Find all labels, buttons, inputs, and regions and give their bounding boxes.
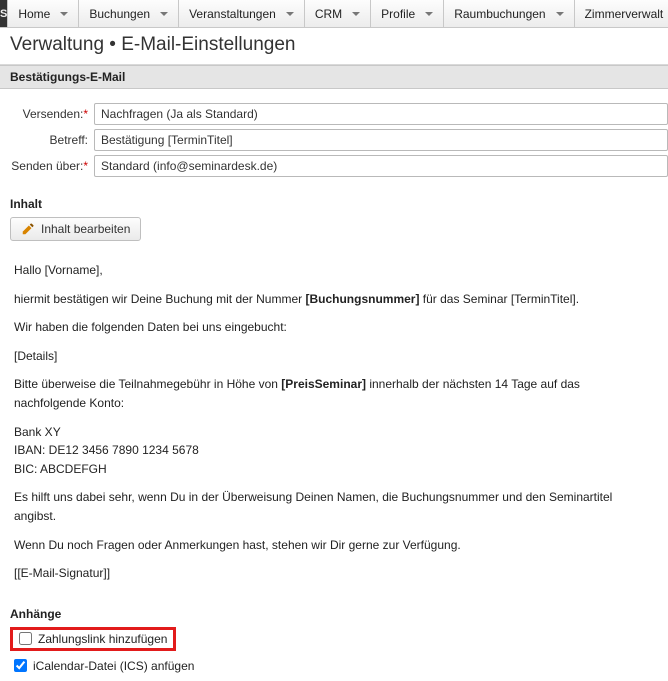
nav-home[interactable]: Home <box>8 0 79 27</box>
nav-zimmerverwaltung-label: Zimmerverwalt <box>585 7 664 21</box>
paymentlink-checkbox[interactable] <box>19 632 32 645</box>
nav-zimmerverwaltung[interactable]: Zimmerverwalt <box>575 0 668 27</box>
settings-form: Versenden:* Betreff: Senden über:* <box>0 89 668 191</box>
content-heading: Inhalt <box>0 191 668 215</box>
bank-name: Bank XY <box>14 423 654 442</box>
subject-input[interactable] <box>94 129 668 151</box>
send-select[interactable] <box>94 103 668 125</box>
body-questions: Wenn Du noch Fragen oder Anmerkungen has… <box>14 536 654 555</box>
paymentlink-highlight: Zahlungslink hinzufügen <box>10 627 176 651</box>
send-label: Versenden:* <box>0 107 94 121</box>
ics-label: iCalendar-Datei (ICS) anfügen <box>33 659 194 673</box>
email-body-preview: Hallo [Vorname], hiermit bestätigen wir … <box>0 247 668 607</box>
nav-crm-label: CRM <box>315 7 342 21</box>
nav-veranstaltungen-label: Veranstaltungen <box>189 7 276 21</box>
body-pay: Bitte überweise die Teilnahmegebühr in H… <box>14 375 654 412</box>
nav-profile[interactable]: Profile <box>371 0 444 27</box>
body-data-intro: Wir haben die folgenden Daten bei uns ei… <box>14 318 654 337</box>
app-logo[interactable]: S <box>0 0 8 27</box>
nav-raumbuchungen-label: Raumbuchungen <box>454 7 545 21</box>
body-details: [Details] <box>14 347 654 366</box>
via-select[interactable] <box>94 155 668 177</box>
bank-bic: BIC: ABCDEFGH <box>14 460 654 479</box>
body-greeting: Hallo [Vorname], <box>14 261 654 280</box>
ics-checkbox[interactable] <box>14 659 27 672</box>
section-header: Bestätigungs-E-Mail <box>0 65 668 89</box>
chevron-down-icon <box>60 12 68 16</box>
chevron-down-icon <box>556 12 564 16</box>
body-confirm: hiermit bestätigen wir Deine Buchung mit… <box>14 290 654 309</box>
page-title: Verwaltung • E-Mail-Einstellungen <box>0 28 668 65</box>
paymentlink-label: Zahlungslink hinzufügen <box>38 632 167 646</box>
chevron-down-icon <box>160 12 168 16</box>
chevron-down-icon <box>286 12 294 16</box>
edit-content-button[interactable]: Inhalt bearbeiten <box>10 217 141 241</box>
chevron-down-icon <box>352 12 360 16</box>
chevron-down-icon <box>425 12 433 16</box>
nav-crm[interactable]: CRM <box>305 0 371 27</box>
attachments-heading: Anhänge <box>10 607 658 621</box>
via-label: Senden über:* <box>0 159 94 173</box>
nav-profile-label: Profile <box>381 7 415 21</box>
subject-label: Betreff: <box>0 133 94 147</box>
pencil-icon <box>21 222 35 236</box>
nav-home-label: Home <box>18 7 50 21</box>
edit-content-label: Inhalt bearbeiten <box>41 222 130 236</box>
nav-raumbuchungen[interactable]: Raumbuchungen <box>444 0 574 27</box>
body-help: Es hilft uns dabei sehr, wenn Du in der … <box>14 488 654 525</box>
attachments-section: Anhänge Zahlungslink hinzufügen iCalenda… <box>0 607 668 681</box>
nav-veranstaltungen[interactable]: Veranstaltungen <box>179 0 305 27</box>
bank-iban: IBAN: DE12 3456 7890 1234 5678 <box>14 441 654 460</box>
top-nav: S Home Buchungen Veranstaltungen CRM Pro… <box>0 0 668 28</box>
body-signature: [[E-Mail-Signatur]] <box>14 564 654 583</box>
nav-buchungen[interactable]: Buchungen <box>79 0 179 27</box>
nav-buchungen-label: Buchungen <box>89 7 150 21</box>
